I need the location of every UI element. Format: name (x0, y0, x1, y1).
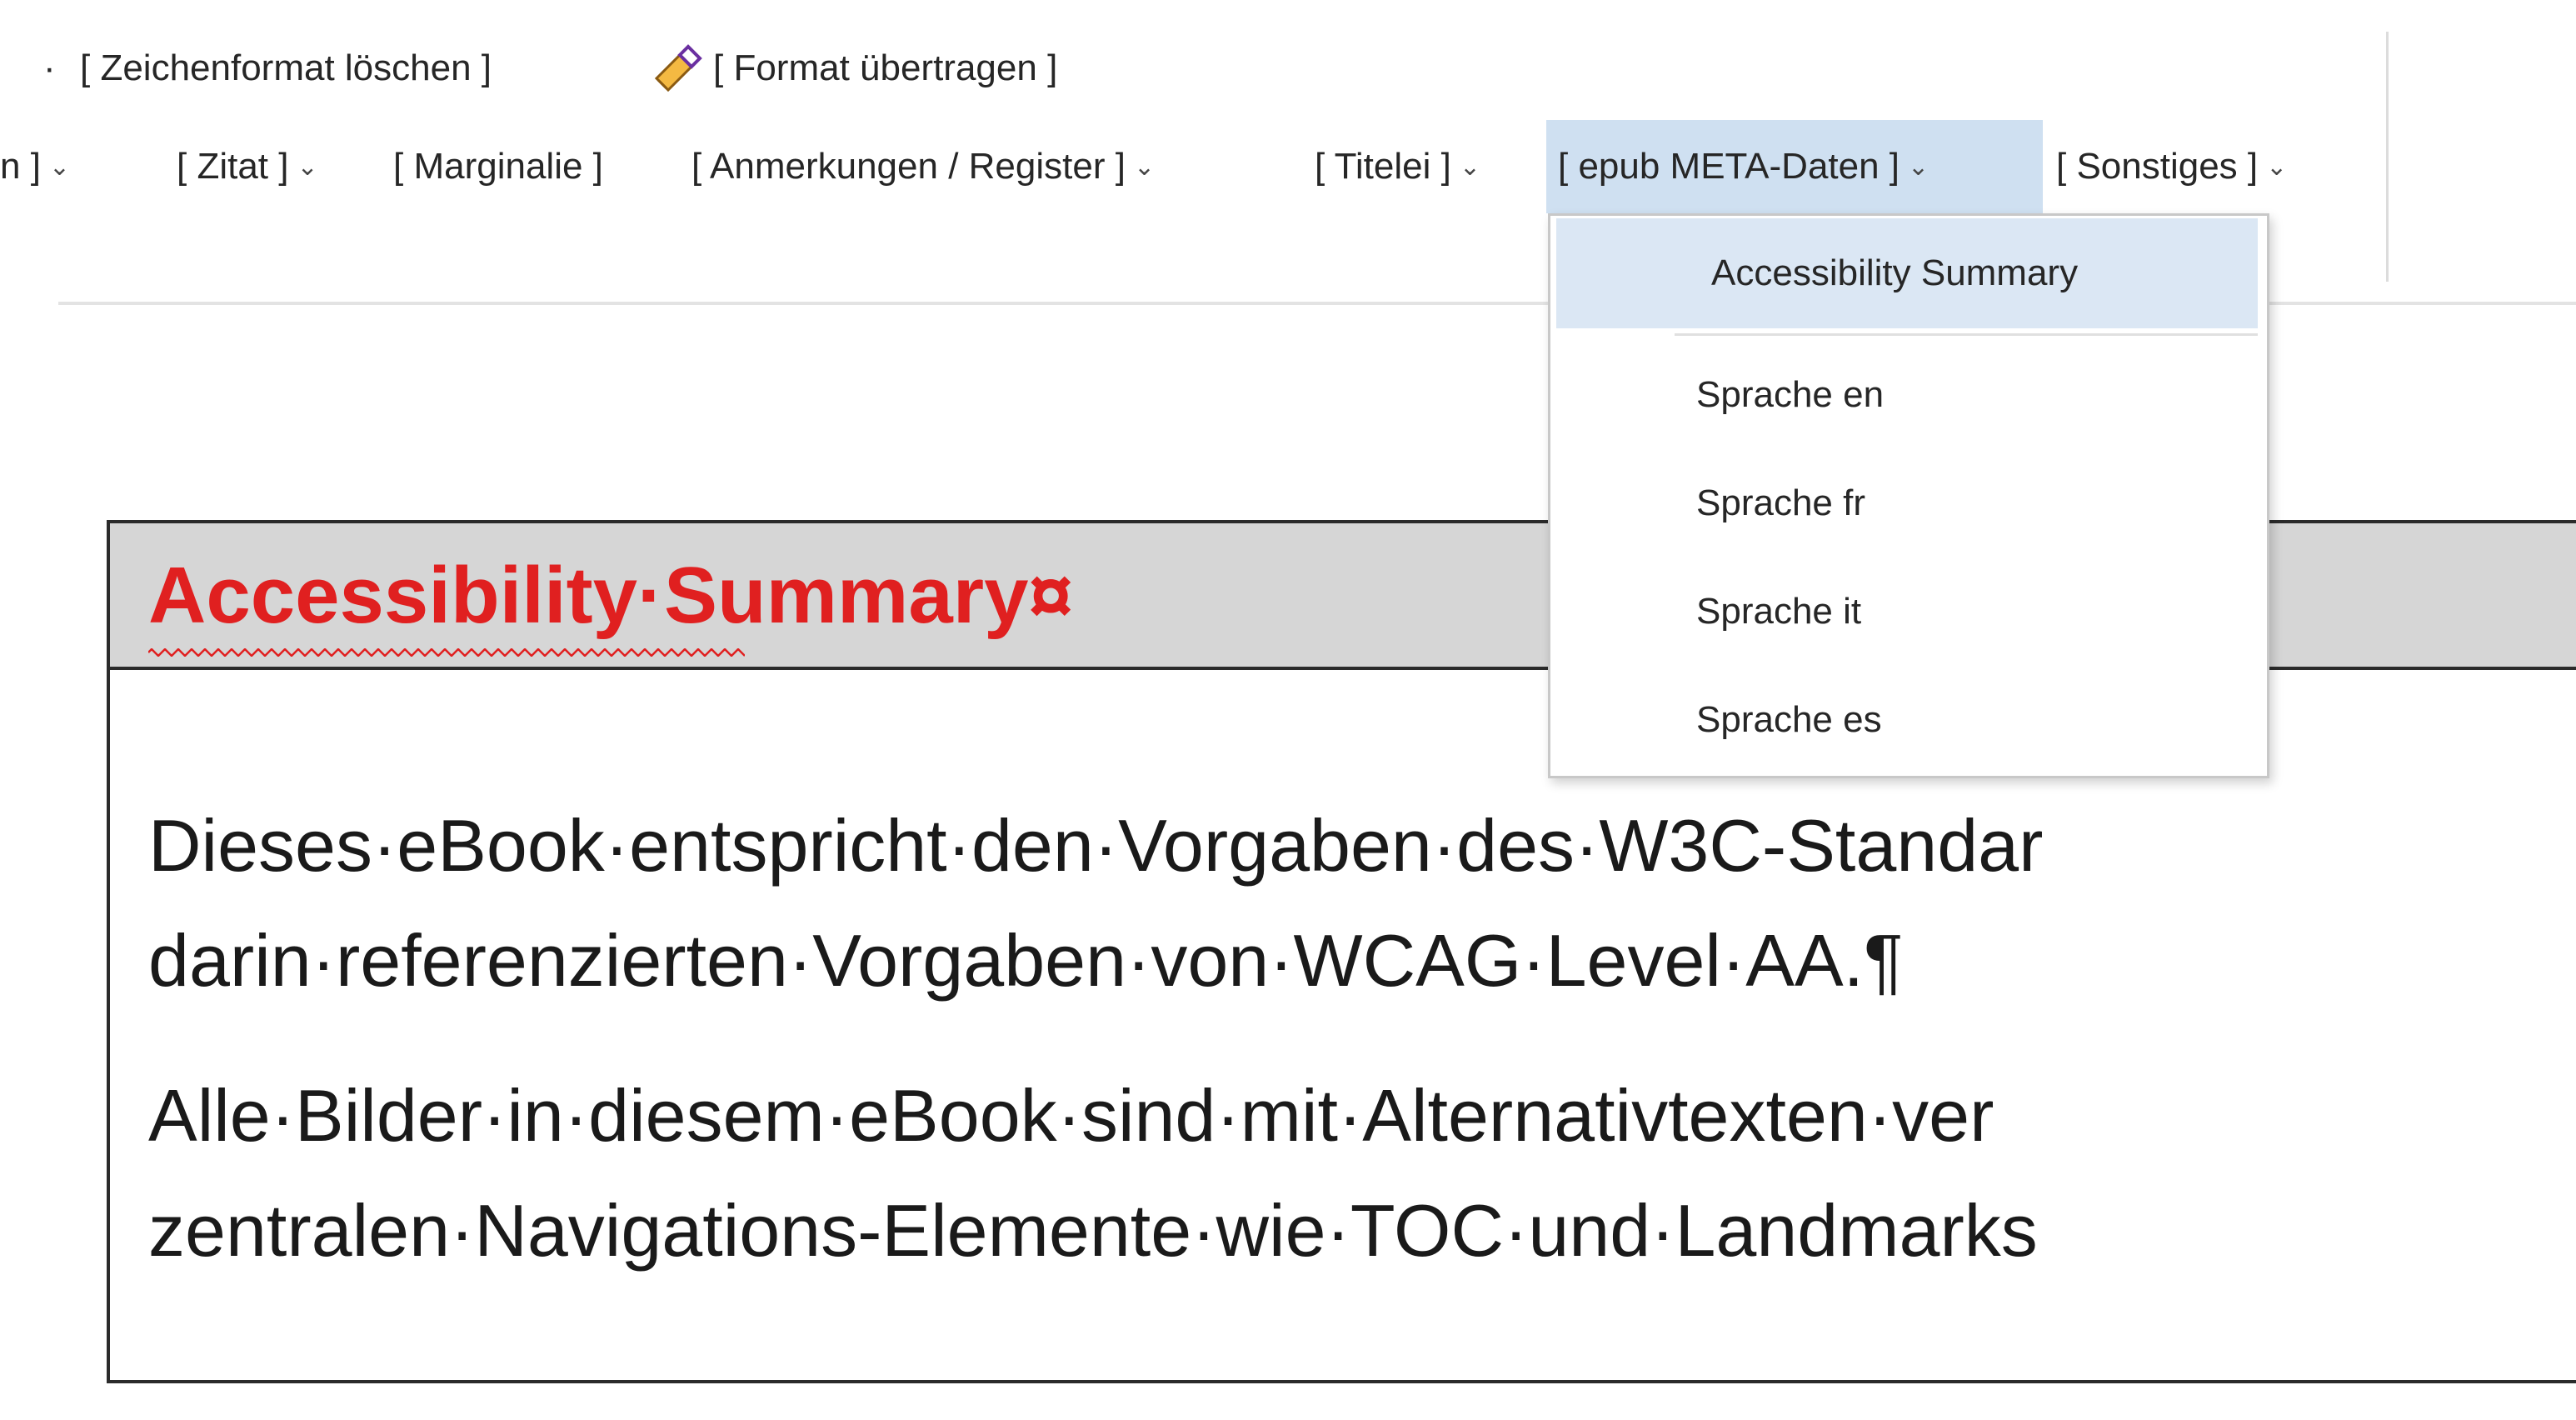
chevron-down-icon: ⌄ (297, 153, 318, 181)
ribbon-group-separator (2386, 32, 2389, 282)
chevron-down-icon: ⌄ (1133, 153, 1156, 181)
menu-item-sprache-en[interactable]: Sprache en (1696, 370, 1884, 420)
paragraph-line[interactable]: Dieses·eBook·entspricht·den·Vorgaben·des… (148, 800, 2043, 892)
menu-item-sprache-es[interactable]: Sprache es (1696, 695, 1882, 745)
anmerkungen-register-menu[interactable]: [ Anmerkungen / Register ] ⌄ (691, 143, 1155, 190)
format-painter-icon[interactable] (650, 42, 703, 95)
zitat-label: [ Zitat ] (177, 146, 289, 187)
sonstiges-menu[interactable]: [ Sonstiges ] ⌄ (2056, 143, 2287, 190)
paragraph-line[interactable]: Alle·Bilder·in·diesem·eBook·sind·mit·Alt… (148, 1070, 1994, 1162)
zitat-menu[interactable]: [ Zitat ] ⌄ (177, 143, 318, 190)
chevron-down-icon: ⌄ (1459, 153, 1480, 181)
word-window: · [ Zeichenformat löschen ] [ Format übe… (0, 0, 2576, 1420)
menu-item-sprache-fr[interactable]: Sprache fr (1696, 478, 1865, 528)
marginalie-button[interactable]: [ Marginalie ] (393, 143, 603, 190)
anmerkungen-label: [ Anmerkungen / Register ] (691, 146, 1126, 187)
ribbon-item-partial-label: n ] (0, 146, 41, 187)
format-painter-button[interactable]: [ Format übertragen ] (713, 45, 1057, 92)
clear-format-button[interactable]: [ Zeichenformat löschen ] (80, 45, 492, 92)
document-heading[interactable]: Accessibility·Summary¤ (148, 542, 1073, 650)
epub-meta-label: [ epub META-Daten ] (1558, 146, 1900, 187)
titelei-label: [ Titelei ] (1315, 146, 1451, 187)
menu-item-sprache-it[interactable]: Sprache it (1696, 587, 1861, 637)
epub-meta-menu[interactable]: [ epub META-Daten ] ⌄ (1558, 143, 1929, 190)
spellcheck-underline (148, 648, 745, 657)
menu-item-accessibility-summary[interactable]: Accessibility Summary (1711, 248, 2078, 298)
ribbon-item-partial[interactable]: n ] ⌄ (0, 143, 70, 190)
titelei-menu[interactable]: [ Titelei ] ⌄ (1315, 143, 1480, 190)
ribbon-overflow-dot: · (43, 48, 56, 88)
chevron-down-icon: ⌄ (2266, 153, 2288, 181)
dropdown-separator (1675, 333, 2258, 336)
sonstiges-label: [ Sonstiges ] (2056, 146, 2259, 187)
paragraph-line[interactable]: zentralen·Navigations-Elemente·wie·TOC·u… (148, 1185, 2038, 1277)
paragraph-line[interactable]: darin·referenzierten·Vorgaben·von·WCAG·L… (148, 915, 1903, 1007)
chevron-down-icon: ⌄ (1908, 153, 1930, 181)
chevron-down-icon: ⌄ (48, 153, 71, 181)
